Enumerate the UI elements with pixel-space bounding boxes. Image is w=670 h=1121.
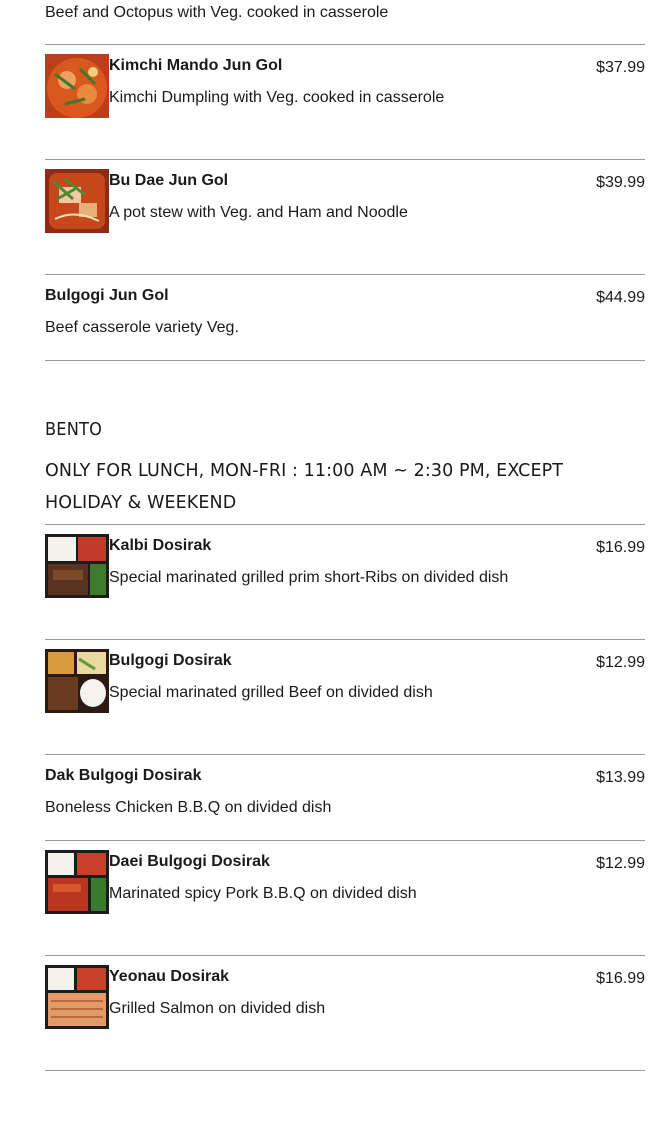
salmon-bento-photo-icon — [45, 965, 109, 1029]
menu-item-name: Kimchi Mando Jun Gol — [109, 57, 283, 74]
army-stew-photo-icon — [45, 169, 109, 233]
menu-item-price: $12.99 — [596, 654, 645, 671]
section-note: ONLY FOR LUNCH, MON-FRI : 11:00 AM ~ 2:3… — [45, 461, 564, 513]
menu-item-price: $16.99 — [596, 970, 645, 987]
divider — [45, 274, 645, 275]
menu-item-price: $12.99 — [596, 855, 645, 872]
menu-item-price: $44.99 — [596, 289, 645, 306]
menu-item-name: Dak Bulgogi Dosirak — [45, 767, 202, 784]
menu-item[interactable]: Yeonau Dosirak Grilled Salmon on divided… — [45, 965, 645, 1035]
menu-item[interactable]: Kimchi Mando Jun Gol Kimchi Dumpling wit… — [45, 54, 645, 124]
menu-item-description: Boneless Chicken B.B.Q on divided dish — [45, 799, 332, 816]
menu-item-name: Daei Bulgogi Dosirak — [109, 853, 270, 870]
menu-item-description: Special marinated grilled Beef on divide… — [109, 684, 433, 701]
section-title: BENTO — [45, 419, 103, 440]
divider — [45, 840, 645, 841]
menu-item-price: $13.99 — [596, 769, 645, 786]
menu-item[interactable]: Daei Bulgogi Dosirak Marinated spicy Por… — [45, 850, 645, 920]
kimchi-stew-photo-icon — [45, 54, 109, 118]
menu-item[interactable]: Dak Bulgogi Dosirak Boneless Chicken B.B… — [45, 764, 645, 824]
menu-item-name: Yeonau Dosirak — [109, 968, 230, 985]
kalbi-bento-photo-icon — [45, 534, 109, 598]
menu-item[interactable]: Bulgogi Jun Gol Beef casserole variety V… — [45, 284, 645, 344]
divider — [45, 754, 645, 755]
divider — [45, 639, 645, 640]
menu-item[interactable]: Kalbi Dosirak Special marinated grilled … — [45, 534, 645, 604]
menu-item-description: Beef casserole variety Veg. — [45, 319, 239, 336]
divider — [45, 955, 645, 956]
divider — [45, 524, 645, 525]
menu-item-description: Special marinated grilled prim short-Rib… — [109, 569, 509, 586]
bulgogi-bento-photo-icon — [45, 649, 109, 713]
menu-item-description: Beef and Octopus with Veg. cooked in cas… — [45, 4, 389, 21]
divider — [45, 1070, 645, 1071]
menu-item-description: Grilled Salmon on divided dish — [109, 1000, 326, 1017]
menu-item-name: Bulgogi Jun Gol — [45, 287, 169, 304]
divider — [45, 159, 645, 160]
menu-item-name: Kalbi Dosirak — [109, 537, 212, 554]
menu-item[interactable]: Bulgogi Dosirak Special marinated grille… — [45, 649, 645, 719]
spicy-pork-bento-photo-icon — [45, 850, 109, 914]
menu-item-price: $37.99 — [596, 59, 645, 76]
divider — [45, 44, 645, 45]
menu-item-price: $16.99 — [596, 539, 645, 556]
menu-item-name: Bu Dae Jun Gol — [109, 172, 229, 189]
menu-item-description: A pot stew with Veg. and Ham and Noodle — [109, 204, 408, 221]
menu-item-description: Marinated spicy Pork B.B.Q on divided di… — [109, 885, 417, 902]
divider — [45, 360, 645, 361]
menu-item-name: Bulgogi Dosirak — [109, 652, 232, 669]
menu-item-description: Kimchi Dumpling with Veg. cooked in cass… — [109, 89, 445, 106]
menu-item-price: $39.99 — [596, 174, 645, 191]
menu-item[interactable]: Bu Dae Jun Gol A pot stew with Veg. and … — [45, 169, 645, 239]
